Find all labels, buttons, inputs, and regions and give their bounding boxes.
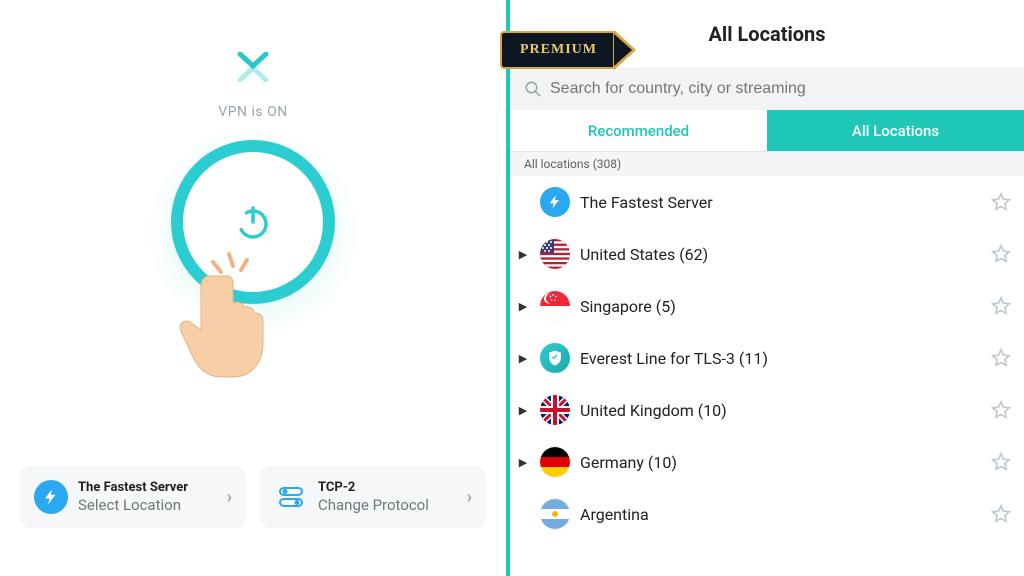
select-location-card[interactable]: The Fastest Server Select Location › bbox=[20, 466, 246, 528]
flag-uk-icon bbox=[540, 395, 570, 425]
list-item[interactable]: ▶ United States (62) bbox=[510, 228, 1024, 280]
favorite-star-icon[interactable] bbox=[990, 451, 1012, 473]
row-label: Argentina bbox=[580, 505, 980, 524]
locations-list: The Fastest Server ▶ United States (62) … bbox=[510, 176, 1024, 576]
power-button-group bbox=[171, 140, 335, 304]
protocol-card-title: TCP-2 bbox=[318, 480, 461, 495]
server-card-title: The Fastest Server bbox=[78, 480, 221, 495]
list-item[interactable]: ▶ United Kingdom (10) bbox=[510, 384, 1024, 436]
expand-toggle[interactable]: ▶ bbox=[516, 404, 530, 417]
expand-toggle[interactable]: ▶ bbox=[516, 456, 530, 469]
protocol-icon bbox=[274, 480, 308, 514]
chevron-right-icon: › bbox=[467, 487, 472, 508]
expand-toggle[interactable]: ▶ bbox=[516, 300, 530, 313]
list-item[interactable]: The Fastest Server bbox=[510, 176, 1024, 228]
bottom-cards: The Fastest Server Select Location › TCP… bbox=[0, 466, 506, 528]
tab-all-locations[interactable]: All Locations bbox=[767, 110, 1024, 152]
expand-toggle[interactable]: ▶ bbox=[516, 248, 530, 261]
chevron-right-icon: › bbox=[227, 487, 232, 508]
location-tabs: Recommended All Locations bbox=[510, 110, 1024, 152]
card-text: The Fastest Server Select Location bbox=[78, 480, 221, 514]
server-card-action: Select Location bbox=[78, 496, 221, 514]
protocol-card-action: Change Protocol bbox=[318, 496, 461, 514]
vpn-status-label: VPN is ON bbox=[218, 104, 287, 120]
shield-icon bbox=[540, 343, 570, 373]
power-toggle-button[interactable] bbox=[171, 140, 335, 304]
locations-header: PREMIUM All Locations bbox=[510, 0, 1024, 68]
power-icon bbox=[231, 200, 275, 244]
row-label: Everest Line for TLS-3 (11) bbox=[580, 349, 980, 368]
favorite-star-icon[interactable] bbox=[990, 399, 1012, 421]
flag-us-icon bbox=[540, 239, 570, 269]
flag-de-icon bbox=[540, 447, 570, 477]
premium-badge: PREMIUM bbox=[500, 30, 636, 70]
search-icon bbox=[524, 80, 542, 98]
row-label: Germany (10) bbox=[580, 453, 980, 472]
list-item[interactable]: ▶ Singapore (5) bbox=[510, 280, 1024, 332]
bolt-icon bbox=[540, 187, 570, 217]
change-protocol-card[interactable]: TCP-2 Change Protocol › bbox=[260, 466, 486, 528]
flag-sg-icon bbox=[540, 291, 570, 321]
locations-panel: PREMIUM All Locations Recommended All Lo… bbox=[510, 0, 1024, 576]
bolt-icon bbox=[34, 480, 68, 514]
favorite-star-icon[interactable] bbox=[990, 503, 1012, 525]
row-label: The Fastest Server bbox=[580, 193, 980, 212]
list-item[interactable]: ▶ Germany (10) bbox=[510, 436, 1024, 488]
tab-recommended[interactable]: Recommended bbox=[510, 110, 767, 152]
premium-label: PREMIUM bbox=[500, 31, 615, 69]
card-text: TCP-2 Change Protocol bbox=[318, 480, 461, 514]
favorite-star-icon[interactable] bbox=[990, 347, 1012, 369]
favorite-star-icon[interactable] bbox=[990, 295, 1012, 317]
row-label: United Kingdom (10) bbox=[580, 401, 980, 420]
search-bar[interactable] bbox=[510, 68, 1024, 110]
row-label: Singapore (5) bbox=[580, 297, 980, 316]
favorite-star-icon[interactable] bbox=[990, 191, 1012, 213]
row-label: United States (62) bbox=[580, 245, 980, 264]
search-input[interactable] bbox=[550, 80, 1010, 98]
app-logo bbox=[236, 52, 270, 86]
connection-panel: VPN is ON The Fastest Server Select Lo bbox=[0, 0, 506, 576]
list-item[interactable]: ▶ Everest Line for TLS-3 (11) bbox=[510, 332, 1024, 384]
expand-toggle[interactable]: ▶ bbox=[516, 352, 530, 365]
section-header: All locations (308) bbox=[510, 152, 1024, 176]
flag-ar-icon bbox=[540, 499, 570, 529]
list-item[interactable]: Argentina bbox=[510, 488, 1024, 540]
favorite-star-icon[interactable] bbox=[990, 243, 1012, 265]
